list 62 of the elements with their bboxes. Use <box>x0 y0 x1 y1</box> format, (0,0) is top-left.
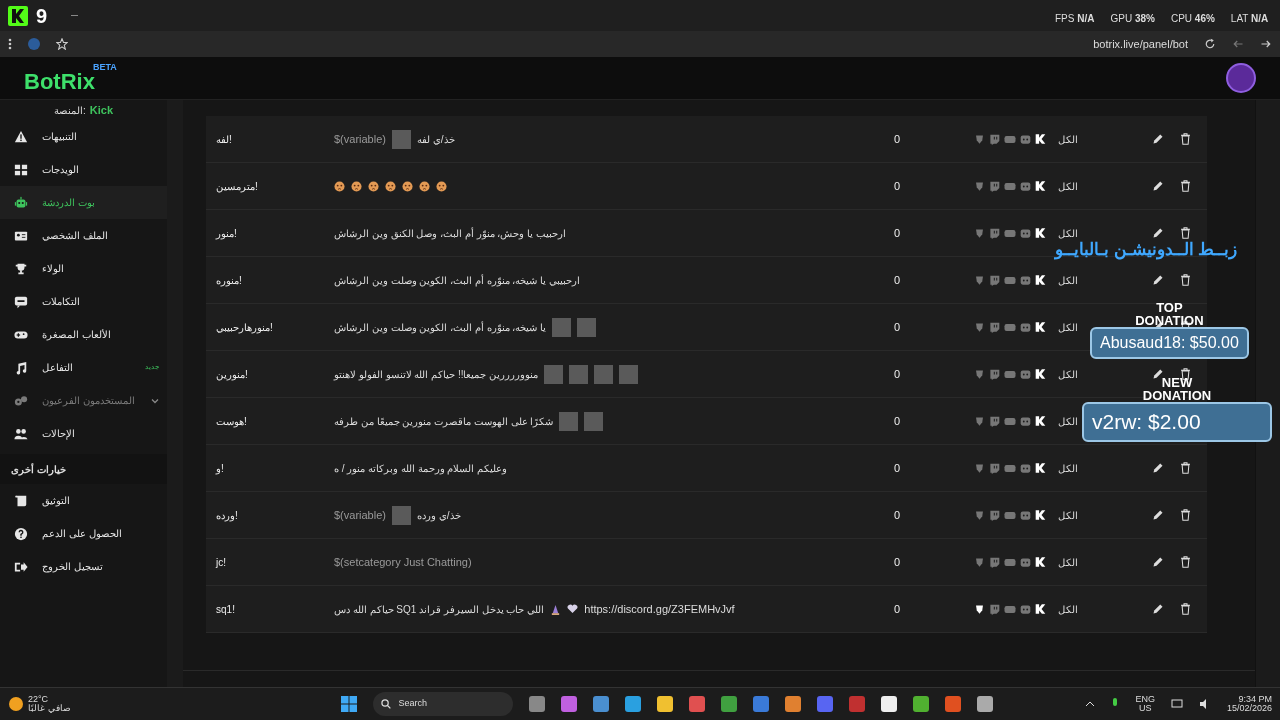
command-name: !منورين <box>216 368 248 380</box>
audience-text: الكل <box>1058 602 1078 617</box>
usage-count: 0 <box>894 226 901 239</box>
audience-text: الكل <box>1058 226 1078 241</box>
perf-stat: GPU 38% <box>1110 12 1155 26</box>
usage-count: 0 <box>894 367 901 380</box>
response-text: يا شيخه، منوّره أم البث، الكوين وصلت وين الرشاش <box>334 320 547 335</box>
command-name: !و <box>216 462 224 474</box>
usage-count: 0 <box>894 461 901 474</box>
perf-stat: FPS N/A <box>1055 12 1095 26</box>
donation-toast: Abusaud18: $50.00 <box>1090 327 1249 359</box>
variable-text: $(variable) <box>334 131 386 147</box>
audience-text: الكل <box>1058 179 1078 194</box>
donation-title: NEW DONATION <box>1142 376 1212 402</box>
audience-text: الكل <box>1058 367 1078 382</box>
perf-stat: CPU 46% <box>1170 12 1215 26</box>
botrix-logo: BotRix <box>24 71 95 93</box>
usage-count: 0 <box>894 555 901 568</box>
banner-text: زبــط الــدونيشـن بـالبايــو <box>1055 241 1238 260</box>
response-text: خذ/ي لفه <box>416 132 455 147</box>
command-name: !منورهارحبيبي <box>216 321 273 333</box>
audience-text: الكل <box>1058 320 1078 335</box>
usage-count: 0 <box>894 602 901 615</box>
temperature: 22°C <box>28 695 50 704</box>
audience-text: الكل <box>1058 273 1078 288</box>
beta-label: BETA <box>92 63 117 72</box>
donation-toast: v2rw: $2.00 <box>1082 402 1272 442</box>
usage-count: 0 <box>894 508 901 521</box>
audience-text: الكل <box>1058 414 1078 429</box>
perf-stat: LAT N/A <box>1230 12 1269 26</box>
usage-count: 0 <box>894 320 901 333</box>
variable-text: $(setcategory Just Chatting) <box>334 554 472 570</box>
command-name: !ورده <box>216 509 238 521</box>
response-text: ارحبيبي يا شيخه، منوّره أم البث، الكوين وصلت وين الرشاش <box>334 273 580 288</box>
audience-text: الكل <box>1058 132 1078 147</box>
response-text: اللي حاب يدخل السيرفر قراند SQ1 حياكم الله دس <box>334 602 545 617</box>
usage-count: 0 <box>894 273 901 286</box>
command-name: !sq1 <box>216 603 235 615</box>
audience-text: الكل <box>1058 508 1078 523</box>
section-title: خيارات أخرى <box>0 454 167 484</box>
audience-text: الكل <box>1058 555 1078 570</box>
usage-count: 0 <box>894 414 901 427</box>
command-name: !مترمسين <box>216 180 258 192</box>
variable-text: $(variable) <box>334 507 386 523</box>
command-name: !لفه <box>216 133 232 145</box>
donation-title: TOP DONATION <box>1135 301 1204 327</box>
audience-text: الكل <box>1058 461 1078 476</box>
response-text: ارحبيب يا وحش، منوّر أم البث، وصل الكنق وين الرشاش <box>334 226 566 241</box>
usage-count: 0 <box>894 132 901 145</box>
usage-count: 0 <box>894 179 901 192</box>
response-text: خذ/ي ورده <box>416 508 461 523</box>
command-name: !منور <box>216 227 237 239</box>
app-logo-text: 9 <box>36 3 48 29</box>
command-name: !هوست <box>216 415 247 427</box>
weather-text: صافي غالبًا <box>28 704 71 713</box>
platform-label: المنصة: <box>54 103 86 118</box>
command-name: !jc <box>216 556 226 568</box>
response-text: منووررررين جميعا!! حياكم الله لاتنسو الفولو لاهنتو <box>334 367 539 382</box>
response-text: شكرًا على الهوست ماقصرت منورين جميعًا من طرفه <box>334 414 554 429</box>
response-text: وعليكم السلام ورحمة الله وبركاته منور / ه <box>334 461 508 476</box>
platform-name: Kick <box>89 102 113 118</box>
command-name: !منوره <box>216 274 242 286</box>
